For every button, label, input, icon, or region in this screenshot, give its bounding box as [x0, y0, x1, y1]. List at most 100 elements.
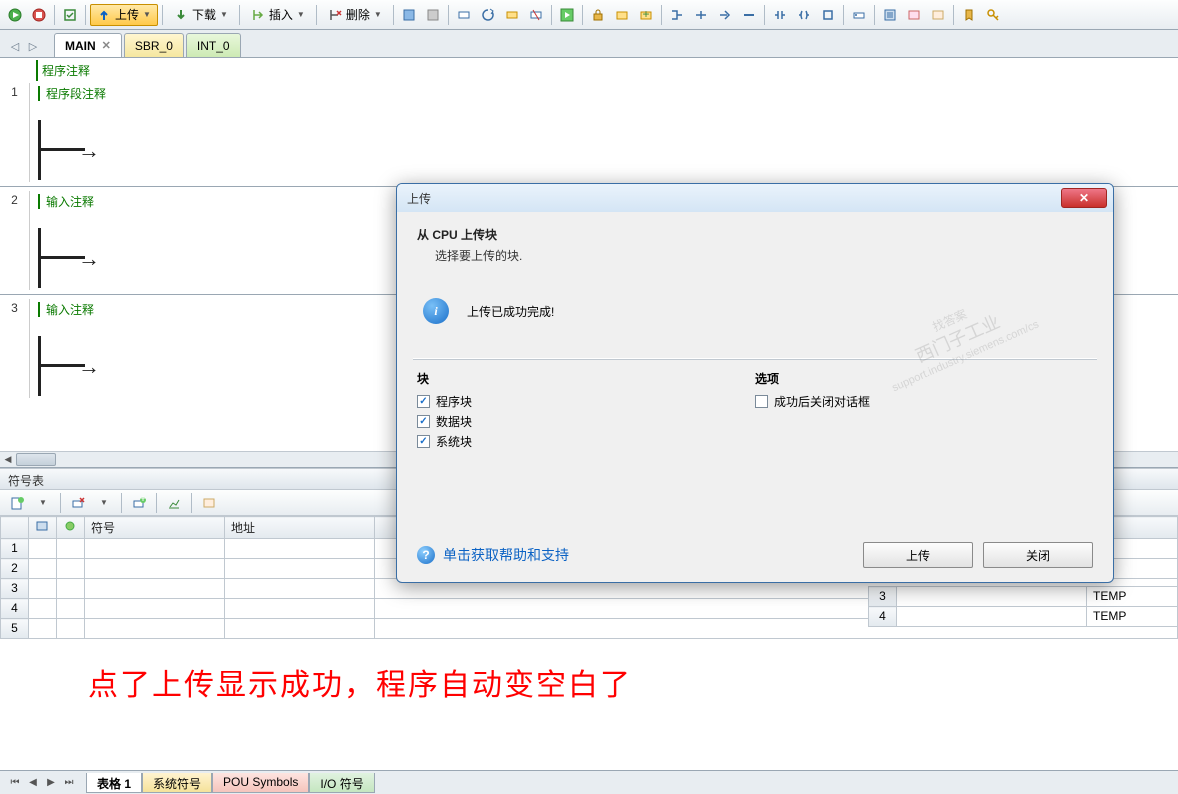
tool-icon[interactable]: ▼: [32, 492, 54, 514]
download-button[interactable]: 下载 ▼: [167, 4, 235, 26]
help-link[interactable]: 单击获取帮助和支持: [443, 545, 569, 565]
tool-icon[interactable]: [903, 4, 925, 26]
rung-arrow-icon: →: [78, 138, 100, 164]
dialog-title: 上传: [407, 190, 431, 207]
upload-confirm-button[interactable]: 上传: [863, 542, 973, 568]
checkbox-data-block[interactable]: ✓数据块: [417, 413, 755, 430]
box-icon[interactable]: [817, 4, 839, 26]
row-num: 5: [1, 619, 29, 639]
scroll-thumb[interactable]: [16, 453, 56, 466]
editor-tabs: ◁ ▷ MAIN ✕ SBR_0 INT_0: [0, 30, 1178, 58]
checkbox-icon: ✓: [417, 415, 430, 428]
col-address: 地址: [225, 517, 375, 539]
upload-button[interactable]: 上传 ▼: [90, 4, 158, 26]
line-icon[interactable]: [738, 4, 760, 26]
tool-icon[interactable]: [398, 4, 420, 26]
tab-next-icon[interactable]: ▶: [42, 774, 60, 792]
delete-button[interactable]: 删除 ▼: [321, 4, 389, 26]
tab-prev-icon[interactable]: ◀: [24, 774, 42, 792]
tool-icon[interactable]: [477, 4, 499, 26]
svg-text:+: +: [139, 496, 146, 505]
insert-label: 插入: [269, 6, 293, 23]
branch-icon[interactable]: [690, 4, 712, 26]
tool-icon[interactable]: [198, 492, 220, 514]
dropdown-icon: ▼: [297, 10, 305, 19]
scroll-left-icon[interactable]: ◀: [0, 452, 16, 467]
chart-icon[interactable]: [163, 492, 185, 514]
tool-icon[interactable]: [453, 4, 475, 26]
tool-icon[interactable]: +: [635, 4, 657, 26]
download-label: 下载: [192, 6, 216, 23]
bookmark-icon[interactable]: [958, 4, 980, 26]
tool-icon[interactable]: [556, 4, 578, 26]
branch-icon[interactable]: [666, 4, 688, 26]
tab-close-icon[interactable]: ✕: [102, 39, 111, 52]
rung[interactable]: →: [38, 120, 1170, 180]
checkbox-icon: [755, 395, 768, 408]
bottom-tab-pou[interactable]: POU Symbols: [212, 773, 309, 793]
upload-dialog: 上传 ✕ 从 CPU 上传块 选择要上传的块. i 上传已成功完成! 找答案 西…: [396, 183, 1114, 583]
tool-icon[interactable]: [501, 4, 523, 26]
lock-icon[interactable]: [587, 4, 609, 26]
tab-int[interactable]: INT_0: [186, 33, 241, 57]
info-icon: i: [423, 298, 449, 324]
checkbox-system-block[interactable]: ✓系统块: [417, 433, 755, 450]
checkbox-icon: ✓: [417, 435, 430, 448]
upload-label: 上传: [115, 6, 139, 23]
tab-first-icon[interactable]: ⏮: [6, 774, 24, 792]
network-number: 2: [0, 191, 30, 290]
bottom-tab-table1[interactable]: 表格 1: [86, 773, 142, 793]
column-icon: [63, 520, 77, 532]
checkbox-close-on-success[interactable]: 成功后关闭对话框: [755, 393, 1093, 410]
network-row: 1 程序段注释 →: [0, 83, 1178, 182]
tab-prev-icon[interactable]: ◁: [6, 35, 24, 57]
row-num: 2: [1, 559, 29, 579]
svg-text:+: +: [642, 8, 649, 21]
tool-icon[interactable]: [848, 4, 870, 26]
tool-icon[interactable]: [422, 4, 444, 26]
column-icon: [35, 520, 49, 532]
new-icon[interactable]: [6, 492, 28, 514]
cell-vartype: TEMP: [1087, 607, 1178, 627]
insert-icon: [251, 8, 265, 22]
run-icon[interactable]: [4, 4, 26, 26]
branch-icon[interactable]: [714, 4, 736, 26]
network-number: 1: [0, 83, 30, 182]
delete-row-icon[interactable]: [67, 492, 89, 514]
stop-icon[interactable]: [28, 4, 50, 26]
user-annotation: 点了上传显示成功，程序自动变空白了: [88, 660, 632, 704]
contact-icon[interactable]: [769, 4, 791, 26]
row-num: 1: [1, 539, 29, 559]
tool-icon[interactable]: [611, 4, 633, 26]
right-grid: 3TEMP 4TEMP: [868, 586, 1178, 627]
dialog-titlebar[interactable]: 上传 ✕: [397, 184, 1113, 212]
help-icon: ?: [417, 546, 435, 564]
compile-icon[interactable]: [59, 4, 81, 26]
dialog-subtitle: 选择要上传的块.: [417, 247, 1093, 264]
add-row-icon[interactable]: +: [128, 492, 150, 514]
tool-icon[interactable]: ▼: [93, 492, 115, 514]
bottom-tab-sys[interactable]: 系统符号: [142, 773, 212, 793]
bottom-tab-io[interactable]: I/O 符号: [309, 773, 374, 793]
tab-main[interactable]: MAIN ✕: [54, 33, 122, 57]
tab-next-icon[interactable]: ▷: [24, 35, 42, 57]
tab-label: SBR_0: [135, 39, 173, 53]
program-comment[interactable]: 程序注释: [0, 58, 1178, 83]
dropdown-icon: ▼: [220, 10, 228, 19]
coil-icon[interactable]: [793, 4, 815, 26]
tool-icon[interactable]: [879, 4, 901, 26]
delete-label: 删除: [346, 6, 370, 23]
close-icon: ✕: [1079, 191, 1089, 205]
dialog-close-button[interactable]: ✕: [1061, 188, 1107, 208]
tab-sbr[interactable]: SBR_0: [124, 33, 184, 57]
key-icon[interactable]: [982, 4, 1004, 26]
insert-button[interactable]: 插入 ▼: [244, 4, 312, 26]
tab-last-icon[interactable]: ⏭: [60, 774, 78, 792]
checkbox-program-block[interactable]: ✓程序块: [417, 393, 755, 410]
tool-icon[interactable]: [525, 4, 547, 26]
dialog-info-message: 上传已成功完成!: [467, 303, 554, 320]
row-num: 4: [869, 607, 897, 627]
network-comment[interactable]: 程序段注释: [38, 85, 1170, 102]
tool-icon[interactable]: [927, 4, 949, 26]
close-button[interactable]: 关闭: [983, 542, 1093, 568]
